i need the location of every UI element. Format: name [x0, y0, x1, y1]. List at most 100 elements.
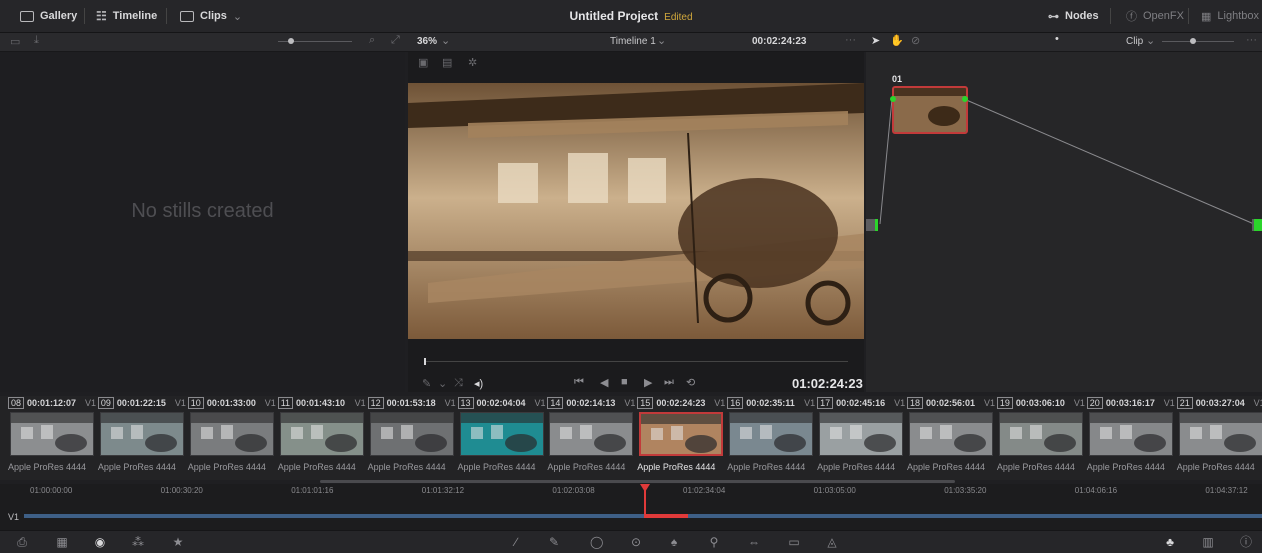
- clip-thumbnail[interactable]: 09 00:01:22:15 V1 Apple ProRes 4444: [97, 396, 186, 480]
- clip-header: 14 00:02:14:13 V1: [547, 396, 635, 410]
- ruler-tick-label: 01:00:00:00: [30, 486, 73, 495]
- node-editor[interactable]: 01: [866, 52, 1262, 392]
- slider-handle[interactable]: [1190, 38, 1196, 44]
- timeline-scrollbar[interactable]: [320, 480, 955, 483]
- keyframe-icon[interactable]: ◬: [826, 536, 838, 548]
- clip-thumbnail[interactable]: 15 00:02:24:23 V1 Apple ProRes 4444: [637, 396, 725, 480]
- clip-header: 15 00:02:24:23 V1: [637, 396, 725, 410]
- clip-thumbnail[interactable]: 18 00:02:56:01 V1 Apple ProRes 4444: [907, 396, 995, 480]
- source-timecode: 00:02:24:23: [752, 36, 807, 47]
- clip-thumbnail[interactable]: 13 00:02:04:04 V1 Apple ProRes 4444: [457, 396, 546, 480]
- info-icon[interactable]: ⓘ: [1240, 536, 1252, 548]
- gallery-zoom-slider[interactable]: [278, 38, 352, 44]
- window-icon[interactable]: ◯: [590, 536, 603, 548]
- clip-thumbnail[interactable]: 12 00:01:53:18 V1 Apple ProRes 4444: [367, 396, 456, 480]
- node-output-port[interactable]: [962, 96, 968, 102]
- color-match-icon[interactable]: ▦: [56, 536, 68, 548]
- step-back-icon[interactable]: ◀: [600, 376, 608, 389]
- scopes-icon[interactable]: ▥: [1202, 536, 1214, 548]
- more-options-icon[interactable]: ···: [845, 34, 856, 46]
- color-wheels-icon[interactable]: ◉: [94, 536, 106, 548]
- more-options-icon[interactable]: ···: [1246, 34, 1257, 46]
- clip-thumbnail[interactable]: 20 00:03:16:17 V1 Apple ProRes 4444: [1086, 396, 1175, 480]
- clip-header: 12 00:01:53:18 V1: [367, 396, 456, 410]
- playhead[interactable]: [640, 484, 688, 530]
- expand-icon[interactable]: ⤢: [391, 34, 400, 47]
- gallery-view-icon[interactable]: ▭: [10, 35, 20, 48]
- rgb-mixer-icon[interactable]: ⁂: [132, 536, 144, 548]
- clip-timecode: 00:01:22:15: [116, 398, 166, 408]
- clip-number: 15: [637, 397, 654, 409]
- ruler-tick-label: 01:01:32:12: [421, 486, 465, 495]
- node-zoom-slider[interactable]: [1162, 38, 1234, 44]
- camera-raw-icon[interactable]: ⎙: [16, 536, 28, 548]
- pointer-icon[interactable]: ➤: [871, 34, 880, 47]
- sizing-icon[interactable]: ⇔: [748, 536, 760, 548]
- 3d-icon[interactable]: ▭: [788, 536, 800, 548]
- clip-thumbnail[interactable]: 08 00:01:12:07 V1 Apple ProRes 4444: [8, 396, 96, 480]
- search-icon[interactable]: ⌕: [369, 34, 375, 47]
- bypass-icon[interactable]: ⊘: [911, 34, 920, 47]
- clip-timecode: 00:03:16:17: [1105, 398, 1155, 408]
- loop-icon[interactable]: ⟲: [686, 376, 695, 389]
- ruler-tick-label: 01:04:06:16: [1074, 486, 1118, 495]
- clip-thumbnail[interactable]: 19 00:03:06:10 V1 Apple ProRes 4444: [996, 396, 1085, 480]
- clip-number: 10: [187, 397, 204, 409]
- clip-number: 20: [1086, 397, 1103, 409]
- timeline-name[interactable]: Timeline 1: [610, 36, 656, 47]
- node-mode[interactable]: Clip: [1126, 36, 1143, 47]
- scrub-bar[interactable]: [424, 358, 848, 365]
- node-input-port[interactable]: [890, 96, 896, 102]
- stop-icon[interactable]: ■: [621, 376, 628, 388]
- eyedropper-icon[interactable]: ✎: [422, 377, 431, 390]
- ruler-tick-label: 01:00:30:20: [160, 486, 203, 495]
- node-thumbnail: [894, 88, 966, 132]
- clip-thumbnail[interactable]: 17 00:02:45:16 V1 Apple ProRes 4444: [817, 396, 905, 480]
- qualifier-icon[interactable]: ✎: [548, 536, 560, 548]
- lightbox-button[interactable]: ▦ Lightbox: [1201, 8, 1259, 24]
- openfx-button[interactable]: ⓕ OpenFX: [1126, 8, 1184, 24]
- clip-track: V1: [1073, 398, 1085, 408]
- play-icon[interactable]: ▶: [644, 376, 652, 389]
- clip-track: V1: [444, 398, 456, 408]
- clip-thumbnail[interactable]: 11 00:01:43:10 V1 Apple ProRes 4444: [277, 396, 366, 480]
- slider-handle[interactable]: [288, 38, 294, 44]
- clip-thumbnail[interactable]: 10 00:01:33:00 V1 Apple ProRes 4444: [187, 396, 276, 480]
- output-port[interactable]: [1252, 219, 1262, 231]
- clip-thumbnail[interactable]: 16 00:02:35:11 V1 Apple ProRes 4444: [727, 396, 815, 480]
- color-picker-icon[interactable]: ♣: [1164, 536, 1176, 548]
- chevron-down-icon[interactable]: ⌄: [1146, 34, 1155, 47]
- playhead-marker[interactable]: [424, 358, 426, 365]
- clip-timecode: 00:01:12:07: [27, 398, 77, 408]
- audio-icon[interactable]: ◂): [474, 377, 483, 390]
- curves-icon[interactable]: ∕: [510, 536, 522, 548]
- clip-image: [729, 412, 814, 456]
- chevron-down-icon[interactable]: ⌄: [657, 34, 666, 47]
- viewer-toolbar: ▭ ⤓ ⌕ ⤢ 36% ⌄ Timeline 1 ⌄ 00:02:24:23 ·…: [0, 33, 1262, 52]
- source-input[interactable]: [866, 219, 878, 231]
- chevron-down-icon[interactable]: ⌄: [438, 377, 447, 390]
- zoom-level[interactable]: 36%: [417, 36, 437, 47]
- motion-effects-icon[interactable]: ★: [172, 536, 184, 548]
- wipe-icon[interactable]: ▤: [442, 56, 452, 69]
- node-01[interactable]: [892, 86, 968, 134]
- key-icon[interactable]: ⚲: [708, 536, 720, 548]
- blur-icon[interactable]: ♠: [668, 536, 680, 548]
- viewer-frame[interactable]: [408, 83, 864, 339]
- split-view-icon[interactable]: ▣: [418, 56, 428, 69]
- clip-thumbnail[interactable]: 2100:03:27:04 V1 Apple ProRes 4444: [1176, 396, 1262, 480]
- crossfade-icon[interactable]: ⤨: [454, 377, 463, 390]
- magic-wand-icon[interactable]: ✲: [468, 56, 477, 69]
- skip-forward-icon[interactable]: ⏭: [664, 376, 674, 389]
- mini-timeline[interactable]: 01:00:00:00 01:00:30:20 01:01:01:16 01:01:3…: [0, 480, 1262, 530]
- download-icon[interactable]: ⤓: [34, 34, 39, 47]
- clip-image: [279, 412, 364, 456]
- clip-header: 18 00:02:56:01 V1: [907, 396, 995, 410]
- hand-icon[interactable]: ✋: [890, 34, 904, 47]
- clip-thumbnail[interactable]: 14 00:02:14:13 V1 Apple ProRes 4444: [547, 396, 635, 480]
- tracker-icon[interactable]: ⊙: [630, 536, 642, 548]
- clip-timecode: 00:02:35:11: [746, 398, 795, 408]
- nodes-button[interactable]: ⊶ Nodes: [1048, 8, 1099, 24]
- skip-back-icon[interactable]: ⏮: [574, 376, 584, 389]
- chevron-down-icon[interactable]: ⌄: [441, 34, 450, 47]
